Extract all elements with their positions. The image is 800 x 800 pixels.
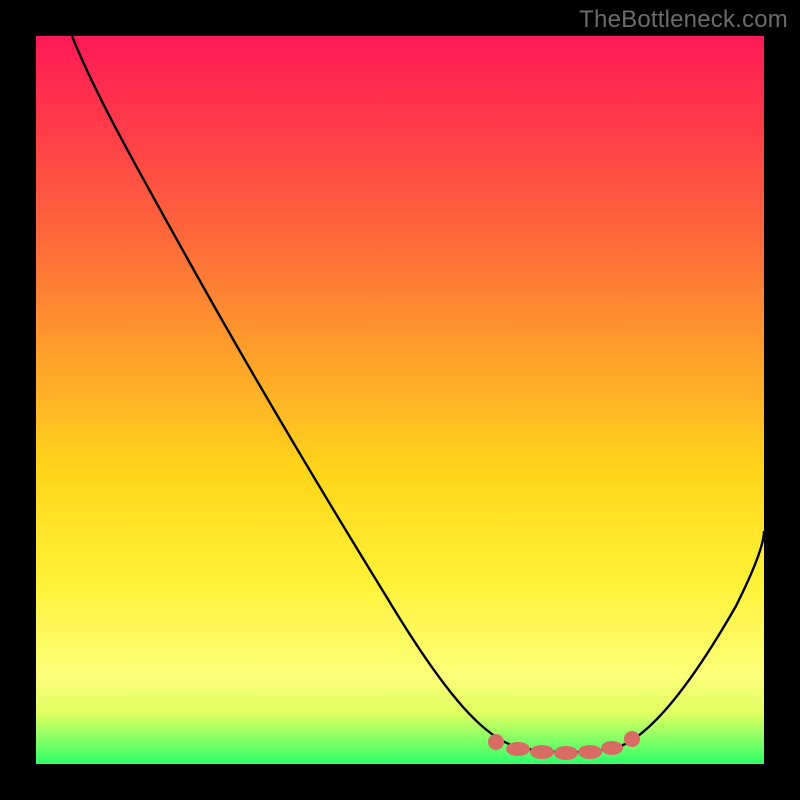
marker-dot — [624, 731, 640, 747]
marker-dot — [578, 745, 602, 759]
marker-dot — [488, 734, 504, 750]
marker-dot — [506, 742, 530, 756]
bottleneck-curve — [72, 36, 764, 752]
optimal-range-markers — [488, 731, 640, 760]
curve-layer — [36, 36, 764, 764]
marker-dot — [530, 745, 554, 759]
marker-dot — [601, 741, 623, 755]
chart-frame: TheBottleneck.com — [0, 0, 800, 800]
watermark-text: TheBottleneck.com — [579, 6, 788, 34]
plot-area — [36, 36, 764, 764]
marker-dot — [554, 746, 578, 760]
